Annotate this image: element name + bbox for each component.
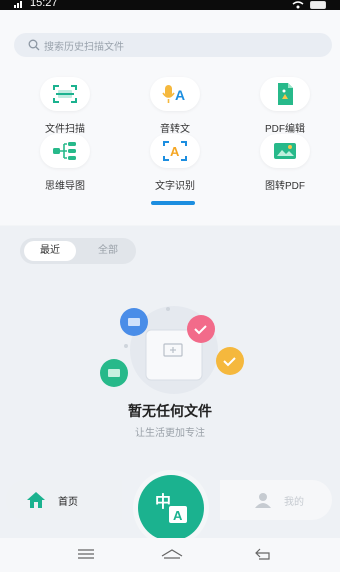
empty-subtitle: 让生活更加专注 xyxy=(135,428,205,439)
nav-home-label: 首页 xyxy=(58,496,78,508)
translate-fab[interactable]: 中 A xyxy=(133,470,209,546)
tool-voice-to-text[interactable]: A 音转文 xyxy=(135,77,215,135)
svg-text:A: A xyxy=(175,87,185,103)
tool-mind-map[interactable]: 思维导图 xyxy=(25,134,105,192)
empty-title: 暂无任何文件 xyxy=(128,403,212,419)
home-gesture-icon[interactable] xyxy=(161,548,183,560)
user-icon xyxy=(255,493,271,508)
translate-icon: 中 A xyxy=(138,475,204,541)
tool-label: PDF编辑 xyxy=(265,124,305,135)
back-icon[interactable] xyxy=(254,548,272,560)
text-recognition-icon: A xyxy=(150,134,200,168)
microphone-a-icon: A xyxy=(150,77,200,111)
system-nav-bar xyxy=(0,538,340,572)
tool-pdf-edit[interactable]: PDF编辑 xyxy=(245,77,325,135)
tool-image-to-pdf[interactable]: 图转PDF xyxy=(245,134,325,192)
search-placeholder: 搜索历史扫描文件 xyxy=(44,41,124,53)
tool-label: 文件扫描 xyxy=(45,124,85,135)
nav-mine-label: 我的 xyxy=(284,496,304,508)
battery-icon xyxy=(310,1,326,9)
tool-file-scan[interactable]: 文件扫描 xyxy=(25,77,105,135)
tool-text-recognition[interactable]: A 文字识别 xyxy=(135,134,215,192)
status-bar: 15:27 xyxy=(0,0,340,10)
page-indicator xyxy=(151,201,195,205)
pdf-document-icon xyxy=(260,77,310,111)
tab-all[interactable]: 全部 xyxy=(84,241,132,261)
status-right xyxy=(292,0,326,10)
search-icon xyxy=(28,39,40,51)
file-filter-tabs: 最近 全部 xyxy=(20,238,136,264)
empty-state-illustration xyxy=(100,306,244,394)
tool-label: 思维导图 xyxy=(45,181,85,192)
status-time: 15:27 xyxy=(30,0,58,9)
nav-mine[interactable]: 我的 xyxy=(220,480,332,520)
search-bar[interactable]: 搜索历史扫描文件 xyxy=(14,33,332,57)
tool-label: 图转PDF xyxy=(265,181,305,192)
fab-glyph-bottom: A xyxy=(173,508,183,523)
nav-home[interactable]: 首页 xyxy=(6,480,122,520)
image-to-pdf-icon xyxy=(260,134,310,168)
menu-icon[interactable] xyxy=(77,548,95,560)
home-icon xyxy=(27,492,45,508)
tool-label: 文字识别 xyxy=(155,181,195,192)
svg-text:A: A xyxy=(170,144,180,159)
scan-frame-icon xyxy=(40,77,90,111)
tab-recent[interactable]: 最近 xyxy=(24,241,76,261)
tool-label: 音转文 xyxy=(160,124,190,135)
fab-glyph-top: 中 xyxy=(155,492,171,511)
wifi-icon xyxy=(292,1,304,9)
mind-map-icon xyxy=(40,134,90,168)
signal-icon xyxy=(14,1,22,8)
